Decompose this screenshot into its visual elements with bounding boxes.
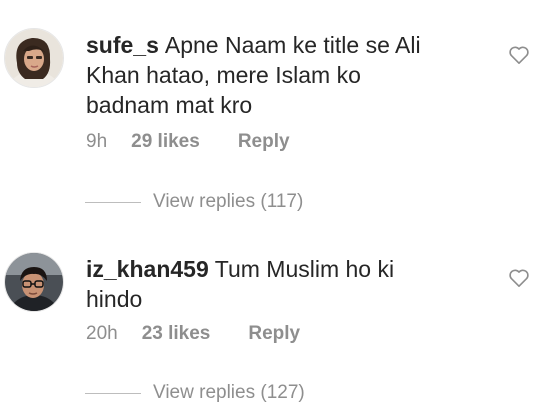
view-replies-label[interactable]: View replies (117) bbox=[153, 191, 303, 213]
avatar[interactable] bbox=[4, 252, 64, 312]
comment-username[interactable]: sufe_s bbox=[86, 32, 159, 58]
reply-button[interactable]: Reply bbox=[248, 323, 300, 345]
comment-text: iz_khan459 Tum Muslim ho ki hindo bbox=[86, 254, 446, 314]
man-avatar-image bbox=[5, 253, 63, 311]
comment-meta: 9h 29 likes Reply bbox=[86, 131, 290, 153]
woman-avatar-image bbox=[5, 29, 63, 87]
comment-username[interactable]: iz_khan459 bbox=[86, 256, 209, 282]
heart-outline-icon[interactable] bbox=[508, 45, 530, 65]
likes-count[interactable]: 29 likes bbox=[131, 131, 200, 153]
heart-outline-icon[interactable] bbox=[508, 268, 530, 288]
comment-text: sufe_s Apne Naam ke title se Ali Khan hat… bbox=[86, 30, 446, 120]
comment-time: 9h bbox=[86, 131, 108, 152]
divider-line bbox=[85, 201, 141, 203]
divider-line bbox=[85, 392, 141, 394]
view-replies-link[interactable]: View replies (127) bbox=[85, 382, 305, 404]
comment-time: 20h bbox=[86, 323, 118, 344]
likes-count[interactable]: 23 likes bbox=[142, 323, 211, 345]
view-replies-label[interactable]: View replies (127) bbox=[153, 382, 305, 404]
avatar[interactable] bbox=[4, 28, 64, 88]
comment-meta: 20h 23 likes Reply bbox=[86, 323, 300, 345]
view-replies-link[interactable]: View replies (117) bbox=[85, 191, 303, 213]
reply-button[interactable]: Reply bbox=[238, 131, 290, 153]
